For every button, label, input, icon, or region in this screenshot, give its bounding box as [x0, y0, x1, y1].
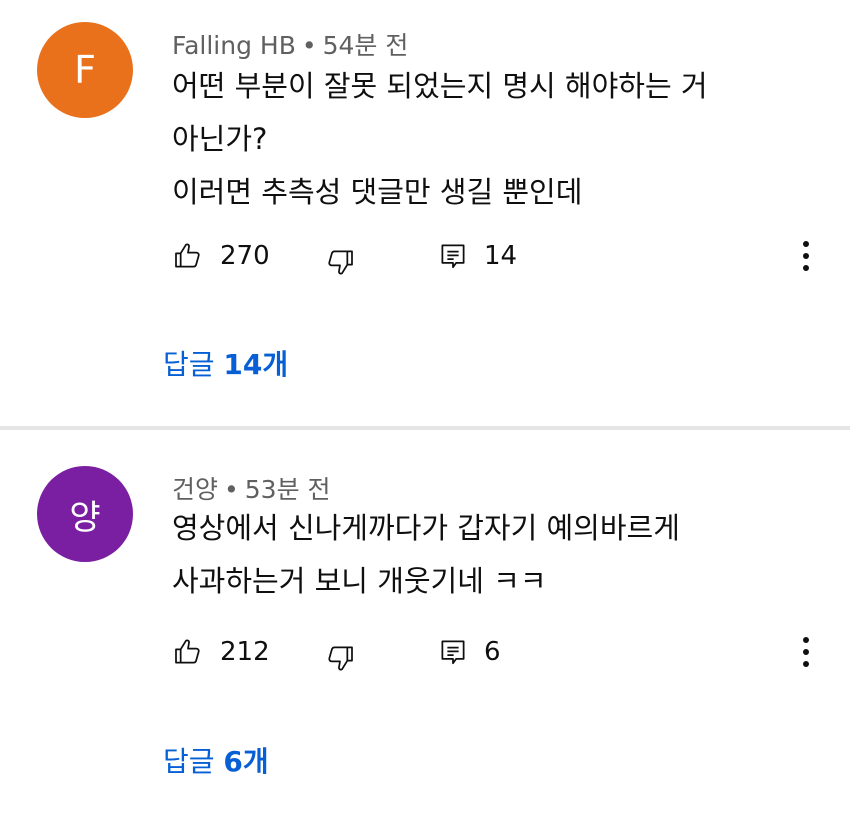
timestamp[interactable]: 53분 전	[245, 475, 331, 504]
comment-icon	[441, 244, 465, 269]
comment-line: 영상에서 신나게까다가 갑자기 예의바르게	[172, 511, 680, 545]
comment-line: 사과하는거 보니 개웃기네 ㅋㅋ	[172, 564, 547, 598]
author-name[interactable]: 건양	[172, 475, 218, 504]
thumbs-down-icon	[328, 646, 353, 671]
replies-prefix: 답글	[163, 745, 224, 778]
author-name[interactable]: Falling HB	[172, 31, 296, 60]
comment-thread: F Falling HB • 54분 전 어떤 부분이 잘못 되었는지 명시 해야하…	[0, 0, 850, 426]
avatar[interactable]: 양	[37, 466, 133, 562]
thumbs-up-icon	[175, 243, 200, 268]
like-button[interactable]: 212	[172, 632, 270, 672]
avatar-letter: F	[74, 48, 96, 92]
reply-count: 14	[484, 241, 518, 271]
comment-text: 어떤 부분이 잘못 되었는지 명시 해야하는 거 아닌가? 이러면 추측성 댓글…	[172, 60, 708, 219]
like-count: 270	[220, 241, 270, 271]
thumbs-up-icon	[175, 639, 200, 664]
view-replies-link[interactable]: 답글 6개	[163, 740, 269, 780]
comment-line: 어떤 부분이 잘못 되었는지 명시 해야하는 거	[172, 69, 708, 103]
avatar-letter: 양	[69, 497, 101, 538]
reply-button[interactable]: 14	[438, 236, 517, 276]
more-vertical-icon[interactable]	[794, 238, 818, 274]
comment-actions: 212 6	[172, 632, 832, 672]
comment-text: 영상에서 신나게까다가 갑자기 예의바르게 사과하는거 보니 개웃기네 ㅋㅋ	[172, 502, 680, 608]
replies-count: 14개	[223, 348, 289, 381]
comment-icon	[441, 640, 465, 665]
comment-thread: 양 건양 • 53분 전 영상에서 신나게까다가 갑자기 예의바르게 사과하는거 보…	[0, 430, 850, 814]
comment-meta: Falling HB • 54분 전	[172, 26, 408, 62]
avatar[interactable]: F	[37, 22, 133, 118]
comment-line: 이러면 추측성 댓글만 생길 뿐인데	[172, 175, 583, 209]
reply-button[interactable]: 6	[438, 632, 501, 672]
replies-prefix: 답글	[163, 348, 224, 381]
comment-meta: 건양 • 53분 전	[172, 470, 331, 506]
reply-count: 6	[484, 637, 501, 667]
view-replies-link[interactable]: 답글 14개	[163, 343, 288, 383]
separator: •	[224, 475, 239, 504]
timestamp[interactable]: 54분 전	[323, 31, 409, 60]
like-count: 212	[220, 637, 270, 667]
dislike-button[interactable]	[324, 638, 356, 678]
comment-actions: 270 14	[172, 236, 832, 276]
like-button[interactable]: 270	[172, 236, 270, 276]
thumbs-down-icon	[328, 250, 353, 275]
dislike-button[interactable]	[324, 242, 356, 282]
comment-line: 아닌가?	[172, 122, 268, 156]
replies-count: 6개	[223, 745, 269, 778]
separator: •	[301, 31, 317, 60]
more-vertical-icon[interactable]	[794, 634, 818, 670]
